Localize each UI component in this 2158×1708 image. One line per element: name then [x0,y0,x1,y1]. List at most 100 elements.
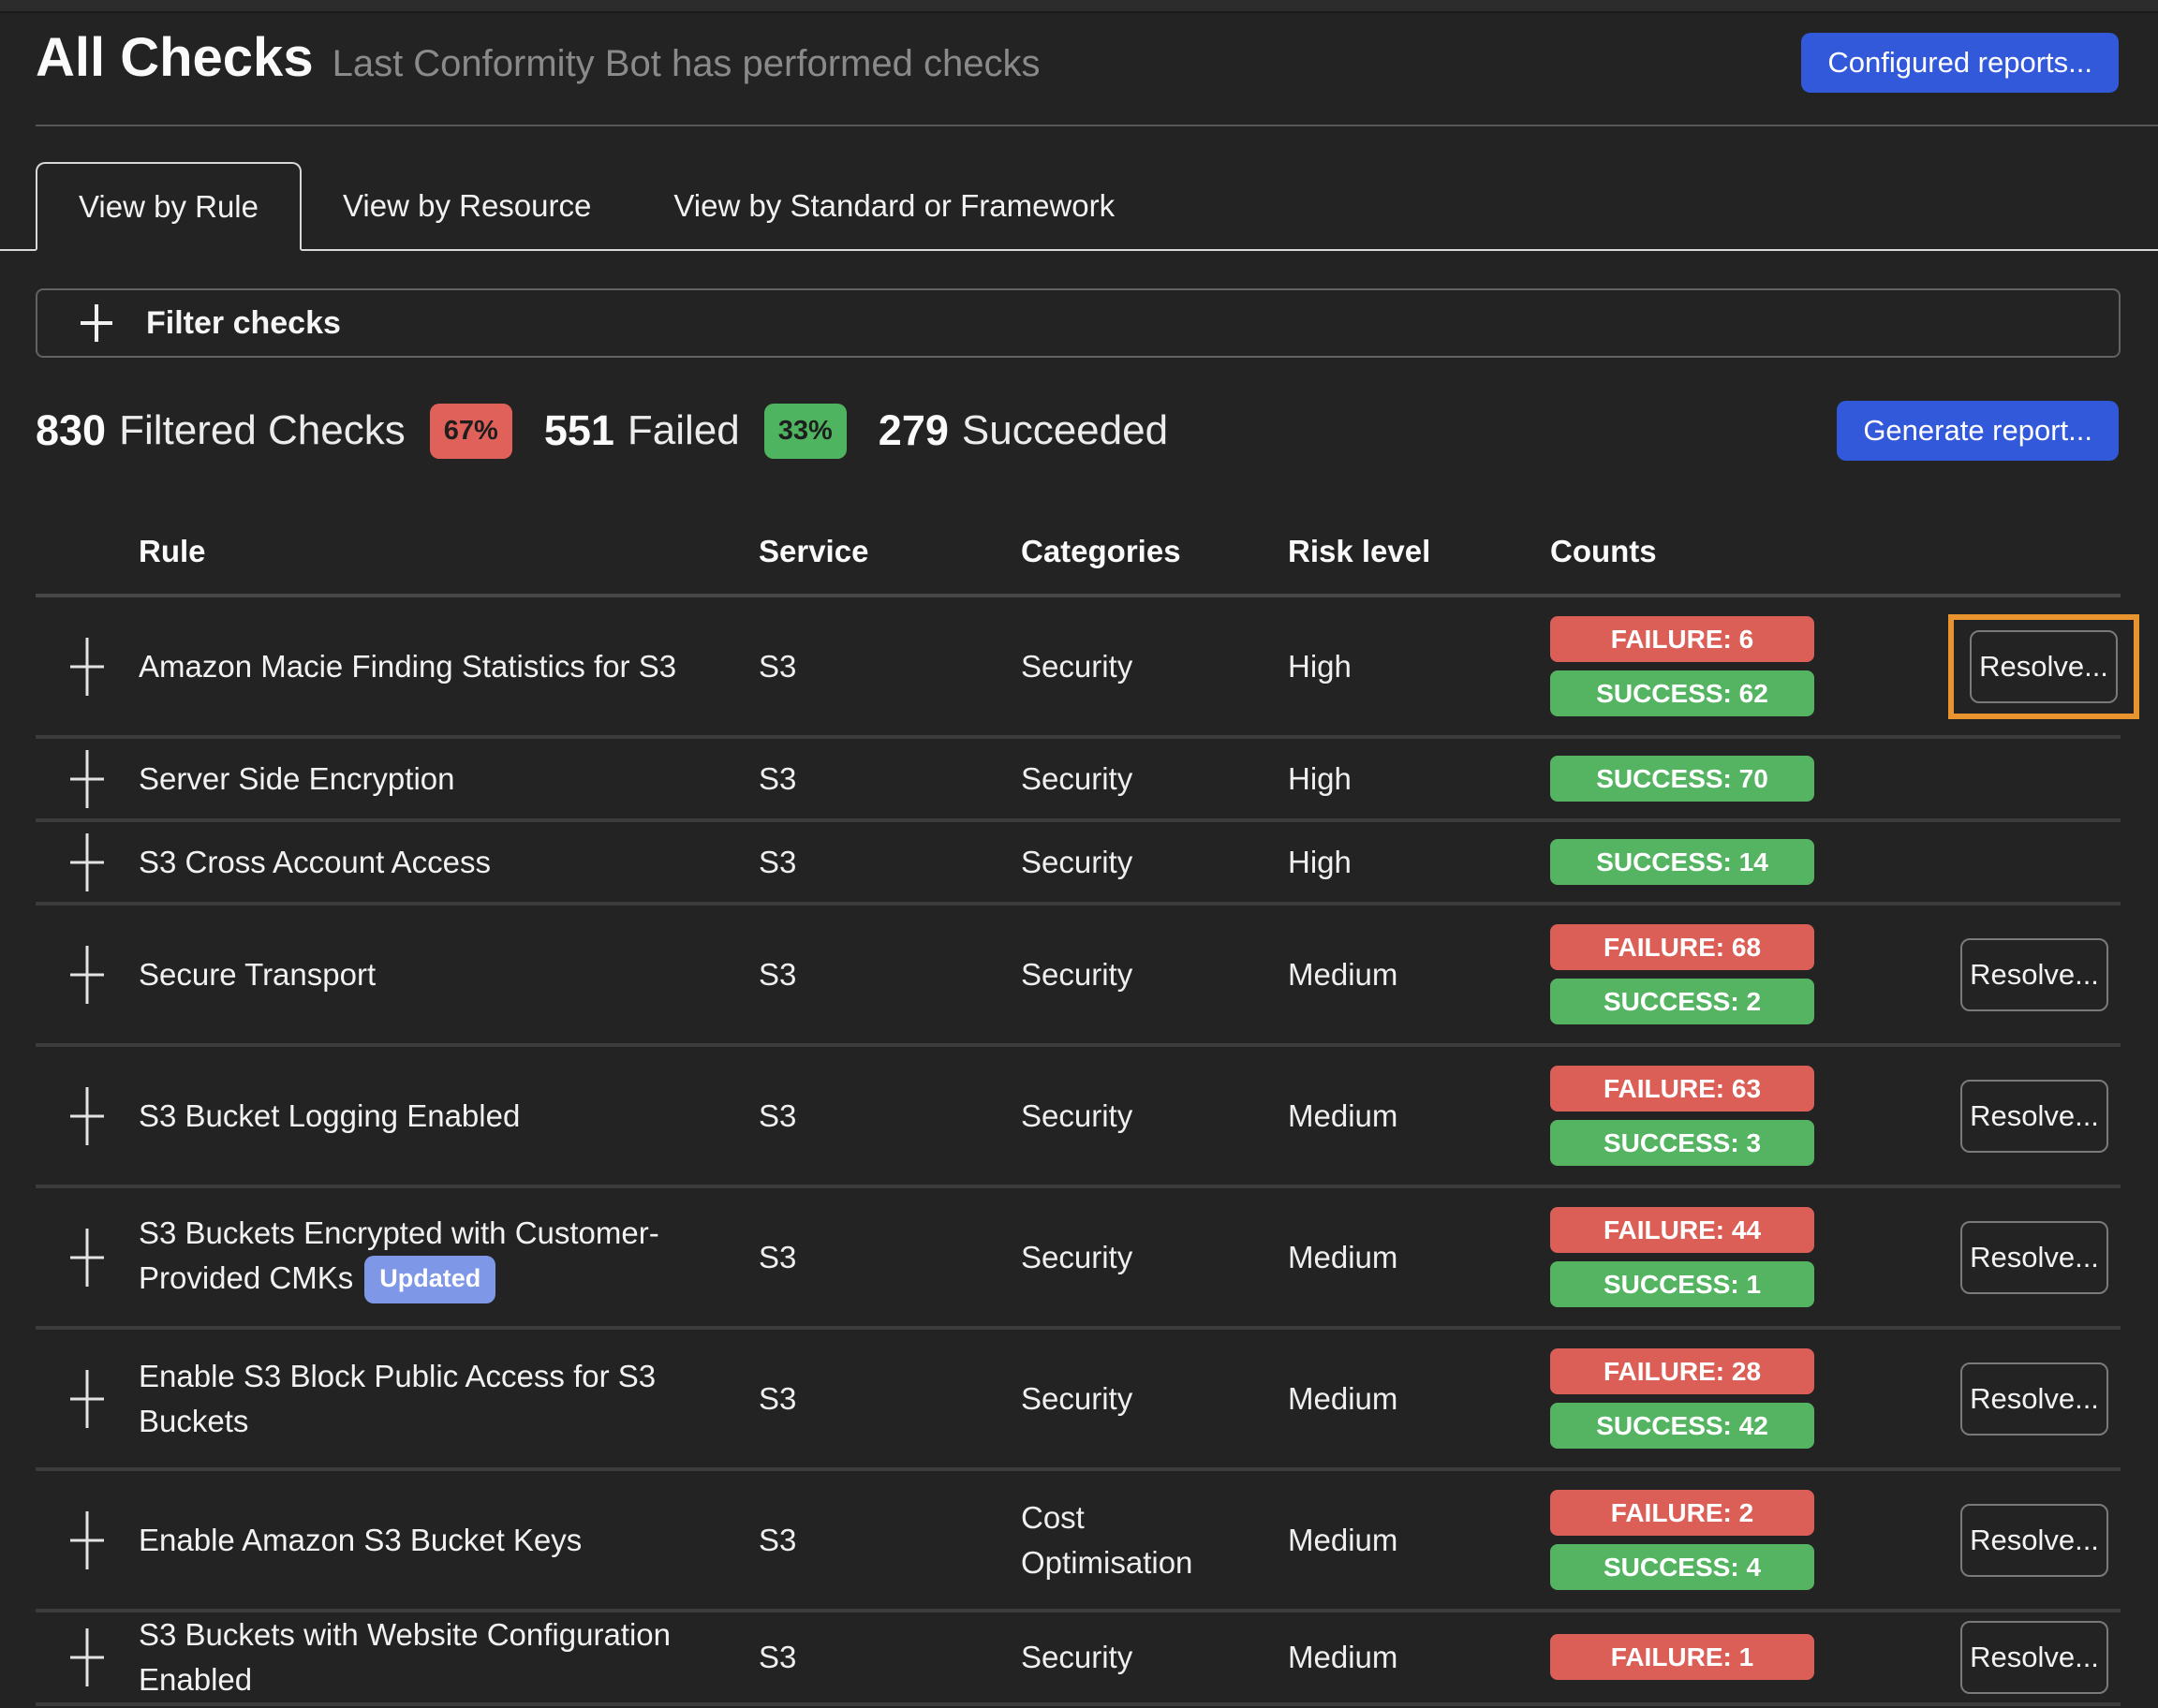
page-title: All Checks [36,26,314,89]
categories-cell: Security [1021,1047,1288,1185]
column-spacer [36,534,139,569]
rule-cell: S3 Cross Account Access [139,822,759,902]
counts-cell: FAILURE: 1 [1550,1612,1948,1702]
resolve-button[interactable]: Resolve... [1960,1621,2108,1694]
service-cell: S3 [759,1047,1021,1185]
configured-reports-button[interactable]: Configured reports... [1801,33,2119,93]
resolve-button[interactable]: Resolve... [1960,1504,2108,1577]
resolve-button[interactable]: Resolve... [1970,630,2118,703]
table-row: S3 Bucket Logging Enabled S3SecurityMediu… [36,1047,2121,1188]
succeeded-count: 279 [879,406,949,455]
updated-badge: Updated [364,1256,495,1303]
expand-row-icon[interactable] [67,636,108,698]
categories-cell: Security [1021,906,1288,1043]
rule-name: S3 Buckets with Website Configuration En… [139,1617,671,1697]
view-tabs: View by Rule View by Resource View by St… [0,162,2158,251]
resolve-button[interactable]: Resolve... [1960,1362,2108,1436]
risk-level-cell: Medium [1288,1330,1550,1467]
rule-cell: Amazon Macie Finding Statistics for S3 [139,597,759,735]
categories-cell: Security [1021,1330,1288,1467]
highlight-box: Resolve... [1948,614,2139,719]
success-count-badge: SUCCESS: 3 [1550,1120,1814,1166]
tab-label: View by Rule [79,189,259,225]
rule-cell: S3 Bucket Logging Enabled [139,1047,759,1185]
table-row: S3 Cross Account Access S3SecurityHighSUC… [36,822,2121,906]
expand-cell [36,1612,139,1702]
service-cell: S3 [759,1188,1021,1326]
success-count-badge: SUCCESS: 2 [1550,979,1814,1024]
resolve-button[interactable]: Resolve... [1960,1080,2108,1153]
tab-view-by-standard-or-framework[interactable]: View by Standard or Framework [632,162,1156,249]
categories-cell: Security [1021,597,1288,735]
expand-row-icon[interactable] [67,1509,108,1571]
counts-cell: FAILURE: 28SUCCESS: 42 [1550,1330,1948,1467]
table-row: Amazon Macie Finding Statistics for S3S3… [36,597,2121,739]
expand-cell [36,1188,139,1326]
expand-cell [36,822,139,902]
expand-row-icon[interactable] [67,1227,108,1288]
rule-cell: S3 Buckets with Website Configuration En… [139,1612,759,1702]
resolve-button[interactable]: Resolve... [1960,938,2108,1011]
rule-name: S3 Bucket Logging Enabled [139,1098,520,1133]
rule-name: Server Side Encryption [139,761,455,796]
rule-name: Enable Amazon S3 Bucket Keys [139,1523,582,1557]
tab-view-by-resource[interactable]: View by Resource [302,162,632,249]
resolve-cell: Resolve... [1948,1047,2121,1185]
expand-cell [36,906,139,1043]
resolve-cell [1948,822,2121,902]
rule-cell: Server Side Encryption [139,739,759,818]
tab-view-by-rule[interactable]: View by Rule [36,162,302,251]
counts-cell: FAILURE: 63SUCCESS: 3 [1550,1047,1948,1185]
service-cell: S3 [759,1471,1021,1609]
tab-label: View by Standard or Framework [673,188,1115,224]
expand-row-icon[interactable] [67,832,108,893]
counts-cell: FAILURE: 44SUCCESS: 1 [1550,1188,1948,1326]
service-cell: S3 [759,739,1021,818]
counts-cell: SUCCESS: 70 [1550,739,1948,818]
success-count-badge: SUCCESS: 70 [1550,756,1814,802]
filter-checks-label: Filter checks [146,305,341,342]
counts-cell: FAILURE: 6SUCCESS: 62 [1550,597,1948,735]
column-header-risk-level: Risk level [1288,534,1550,569]
resolve-button[interactable]: Resolve... [1960,1221,2108,1294]
counts-cell: SUCCESS: 14 [1550,822,1948,902]
resolve-cell: Resolve... [1948,1471,2121,1609]
generate-report-button[interactable]: Generate report... [1837,401,2119,461]
success-count-badge: SUCCESS: 42 [1550,1403,1814,1449]
risk-level-cell: Medium [1288,1047,1550,1185]
expand-row-icon[interactable] [67,1085,108,1147]
page-subtitle: Last Conformity Bot has performed checks [333,43,1041,85]
risk-level-cell: Medium [1288,1188,1550,1326]
risk-level-cell: Medium [1288,1471,1550,1609]
service-cell: S3 [759,597,1021,735]
service-cell: S3 [759,1330,1021,1467]
categories-cell: Security [1021,739,1288,818]
resolve-cell [1948,739,2121,818]
expand-row-icon[interactable] [67,748,108,810]
resolve-cell: Resolve... [1948,1188,2121,1326]
rule-name: Enable S3 Block Public Access for S3 Buc… [139,1359,656,1438]
service-cell: S3 [759,822,1021,902]
resolve-cell: Resolve... [1948,1330,2121,1467]
column-header-categories: Categories [1021,534,1288,569]
rule-name: S3 Cross Account Access [139,845,491,879]
column-header-counts: Counts [1550,534,1948,569]
table-row: S3 Buckets with Website Configuration En… [36,1612,2121,1706]
filter-checks-bar[interactable]: Filter checks [36,288,2121,358]
risk-level-cell: High [1288,739,1550,818]
expand-cell [36,739,139,818]
risk-level-cell: High [1288,822,1550,902]
table-row: Enable Amazon S3 Bucket KeysS3Cost Optim… [36,1471,2121,1612]
expand-row-icon[interactable] [67,1627,108,1688]
table-row: S3 Buckets Encrypted with Customer-Provi… [36,1188,2121,1330]
expand-row-icon[interactable] [67,1368,108,1430]
checks-table: Rule Service Categories Risk level Count… [36,517,2121,1706]
rule-cell: Secure Transport [139,906,759,1043]
expand-cell [36,1471,139,1609]
counts-cell: FAILURE: 68SUCCESS: 2 [1550,906,1948,1043]
tab-label: View by Resource [343,188,591,224]
failure-count-badge: FAILURE: 6 [1550,616,1814,662]
categories-cell: Security [1021,822,1288,902]
expand-row-icon[interactable] [67,944,108,1006]
expand-cell [36,1330,139,1467]
